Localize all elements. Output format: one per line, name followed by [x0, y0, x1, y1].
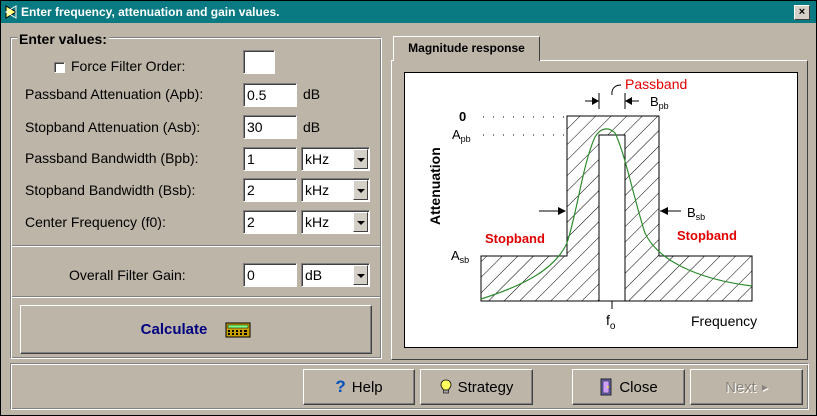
passband-bandwidth-input[interactable]: 1: [243, 147, 297, 171]
chevron-right-icon: ▸: [761, 380, 768, 394]
passband-bandwidth-unit-select[interactable]: kHz: [301, 147, 370, 171]
stopband-left-label: Stopband: [485, 231, 545, 246]
next-button[interactable]: Next ▸: [690, 369, 803, 405]
bsb-right-arrow: [660, 207, 668, 215]
chevron-down-icon[interactable]: [353, 149, 368, 169]
stopband-bandwidth-unit-value: kHz: [305, 182, 330, 198]
window-title: Enter frequency, attenuation and gain va…: [21, 5, 280, 19]
close-label: Close: [619, 378, 658, 396]
wizard-arrow-icon: [5, 5, 17, 19]
passband-attenuation-unit: dB: [303, 86, 321, 102]
passband-window: [598, 134, 626, 302]
passband-attenuation-label: Passband Attenuation (Apb):: [25, 86, 204, 102]
chevron-down-icon[interactable]: [353, 180, 368, 200]
apb-sub: pb: [461, 134, 471, 144]
overall-gain-input[interactable]: 0: [243, 263, 297, 287]
attenuation-axis-label: Attenuation: [427, 147, 443, 225]
magnitude-response-diagram: Passband Bpb 0 Apb Attenuation Bsb Stopb…: [404, 72, 798, 348]
lightbulb-icon: [440, 379, 451, 394]
bsb-label: Bsb: [687, 205, 705, 222]
calculate-label: Calculate: [140, 321, 208, 338]
calculator-icon: [225, 322, 251, 337]
passband-bandwidth-unit-value: kHz: [305, 151, 330, 167]
zero-label: 0: [459, 109, 466, 124]
filter-dialog-window: Enter frequency, attenuation and gain va…: [0, 0, 817, 416]
stopband-bandwidth-input[interactable]: 2: [243, 178, 297, 202]
strategy-button[interactable]: Strategy: [420, 369, 533, 405]
bpb-right-arrow: [625, 97, 632, 105]
bpb-sub: pb: [659, 101, 669, 111]
center-frequency-label: Center Frequency (f0):: [25, 214, 166, 230]
force-order-input[interactable]: [243, 50, 275, 74]
response-svg: Passband Bpb 0 Apb Attenuation Bsb Stopb…: [427, 76, 757, 332]
center-frequency-unit-value: kHz: [305, 214, 330, 230]
bpb-left-arrow: [592, 97, 599, 105]
passband-attenuation-input[interactable]: 0.5: [243, 83, 297, 107]
overall-gain-label: Overall Filter Gain:: [69, 267, 186, 283]
center-frequency-input[interactable]: 2: [243, 210, 297, 234]
stopband-attenuation-input[interactable]: 30: [243, 115, 297, 139]
bsb-left-arrow: [558, 207, 566, 215]
force-order-label: Force Filter Order:: [71, 58, 186, 74]
group-separator: [12, 245, 380, 247]
apb-main: A: [452, 127, 461, 142]
next-label: Next: [725, 378, 756, 396]
strategy-label: Strategy: [457, 378, 514, 396]
help-button[interactable]: ? Help: [303, 369, 415, 405]
stopband-attenuation-label: Stopband Attenuation (Asb):: [25, 119, 201, 135]
overall-gain-unit-select[interactable]: dB: [301, 263, 370, 287]
passband-label: Passband: [625, 76, 687, 92]
stopband-bandwidth-label: Stopband Bandwidth (Bsb):: [25, 182, 196, 198]
force-order-checkbox[interactable]: [54, 62, 65, 73]
asb-label: Asb: [451, 248, 469, 265]
close-icon: ×: [798, 6, 806, 18]
door-exit-icon: [600, 378, 612, 396]
center-frequency-unit-select[interactable]: kHz: [301, 210, 370, 234]
bsb-sub: sb: [696, 212, 706, 222]
question-icon: ?: [335, 377, 346, 396]
bsb-main: B: [687, 205, 696, 220]
bpb-label: Bpb: [650, 94, 669, 111]
apb-label: Apb: [452, 127, 471, 144]
stopband-bandwidth-unit-select[interactable]: kHz: [301, 178, 370, 202]
stopband-attenuation-unit: dB: [303, 119, 321, 135]
close-button[interactable]: Close: [572, 369, 685, 405]
f0-sub: o: [610, 321, 616, 332]
group-separator: [12, 296, 380, 298]
values-group-title: Enter values:: [17, 31, 109, 47]
stopband-right-label: Stopband: [677, 228, 737, 243]
asb-sub: sb: [460, 255, 470, 265]
close-window-button[interactable]: ×: [794, 5, 810, 20]
frequency-axis-label: Frequency: [691, 313, 757, 329]
overall-gain-unit-value: dB: [305, 267, 323, 283]
f0-label: fo: [606, 312, 616, 332]
passband-bandwidth-label: Passband Bandwidth (Bpb):: [25, 150, 199, 166]
chevron-down-icon[interactable]: [353, 265, 368, 285]
asb-main: A: [451, 248, 460, 263]
chevron-down-icon[interactable]: [353, 212, 368, 232]
passband-pointer: [611, 84, 622, 96]
tab-magnitude-response[interactable]: Magnitude response: [393, 36, 540, 61]
bpb-main: B: [650, 94, 659, 109]
title-bar[interactable]: Enter frequency, attenuation and gain va…: [1, 1, 816, 23]
help-label: Help: [351, 378, 383, 396]
calculate-button[interactable]: Calculate: [20, 305, 372, 354]
